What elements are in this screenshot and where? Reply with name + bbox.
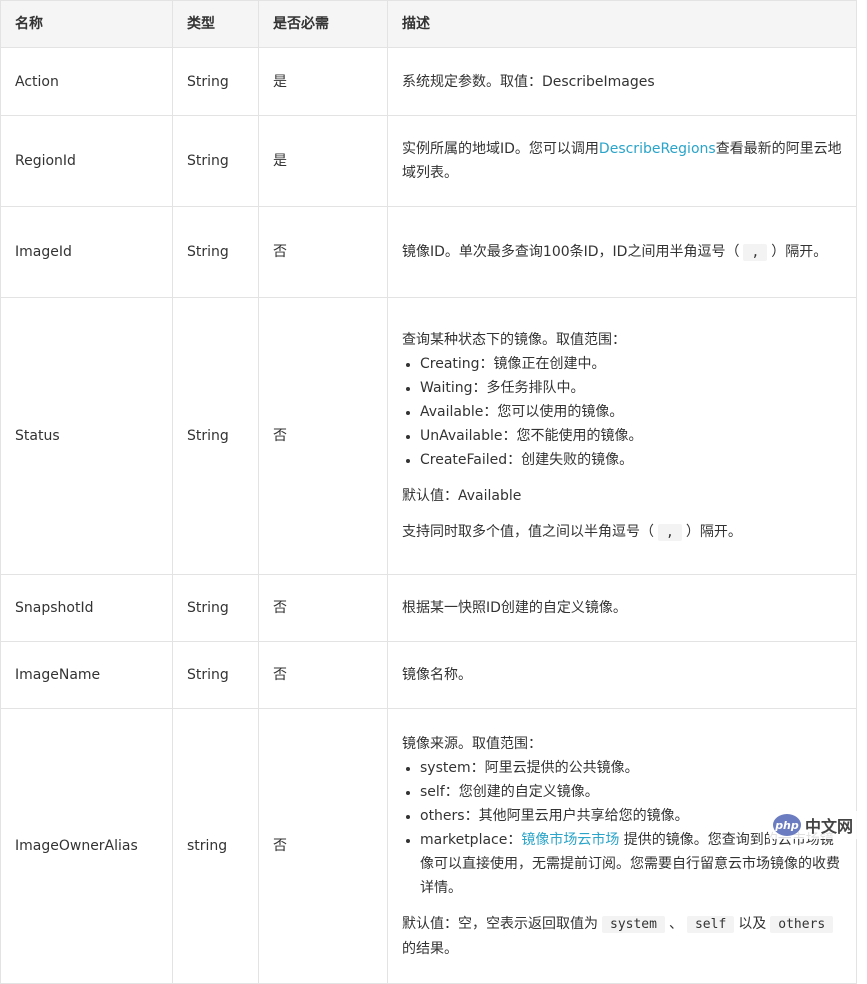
status-default: 默认值：Available [402, 487, 522, 504]
list-item: self：您创建的自定义镜像。 [420, 780, 842, 804]
status-intro: 查询某种状态下的镜像。取值范围： [402, 331, 626, 348]
list-item: CreateFailed：创建失败的镜像。 [420, 448, 842, 472]
param-name: RegionId [0, 115, 173, 207]
param-type: String [172, 297, 259, 575]
param-type: String [172, 641, 259, 709]
param-required: 是 [258, 47, 388, 116]
desc-text: 默认值：空，空表示返回取值为 [402, 915, 598, 932]
header-description: 描述 [387, 0, 857, 48]
param-name: ImageOwnerAlias [0, 708, 173, 984]
desc-text: 支持同时取多个值，值之间以半角逗号（ [402, 523, 654, 540]
param-type: String [172, 574, 259, 642]
marketplace-link[interactable]: 镜像市场云市场 [521, 832, 619, 848]
param-required: 否 [258, 708, 388, 984]
param-type: String [172, 47, 259, 116]
others-code: others [770, 915, 834, 933]
param-required: 否 [258, 574, 388, 642]
comma-code: , [658, 523, 682, 541]
header-type: 类型 [172, 0, 259, 48]
table-row: ImageId String 否 镜像ID。单次最多查询100条ID，ID之间用… [0, 206, 857, 298]
status-values-list: Creating：镜像正在创建中。 Waiting：多任务排队中。 Availa… [402, 352, 842, 472]
desc-text: ）隔开。 [771, 243, 828, 260]
desc-text: marketplace： [420, 831, 522, 848]
site-watermark: php 中文网 [768, 811, 857, 839]
desc-text: 以及 [738, 915, 767, 932]
param-description: 镜像来源。取值范围： system：阿里云提供的公共镜像。 self：您创建的自… [387, 708, 857, 984]
header-required: 是否必需 [258, 0, 388, 48]
api-params-table: 名称 类型 是否必需 描述 Action String 是 系统规定参数。取值：… [0, 0, 857, 984]
param-description: 查询某种状态下的镜像。取值范围： Creating：镜像正在创建中。 Waiti… [387, 297, 857, 575]
desc-text: 、 [668, 915, 683, 932]
table-header-row: 名称 类型 是否必需 描述 [0, 0, 857, 48]
param-name: SnapshotId [0, 574, 173, 642]
list-item: Waiting：多任务排队中。 [420, 376, 842, 400]
desc-text: 镜像ID。单次最多查询100条ID，ID之间用半角逗号（ [402, 243, 740, 260]
param-name: ImageId [0, 206, 173, 298]
status-multi: 支持同时取多个值，值之间以半角逗号（, ）隔开。 [402, 520, 842, 545]
watermark-text: 中文网 [804, 817, 853, 836]
table-row: Status String 否 查询某种状态下的镜像。取值范围： Creatin… [0, 297, 857, 575]
param-type: String [172, 206, 259, 298]
desc-text: 的结果。 [402, 940, 458, 957]
param-description: 系统规定参数。取值：DescribeImages [387, 47, 857, 116]
table-row: ImageName String 否 镜像名称。 [0, 641, 857, 709]
list-item: Available：您可以使用的镜像。 [420, 400, 842, 424]
table-row: RegionId String 是 实例所属的地域ID。您可以调用Describ… [0, 115, 857, 207]
param-required: 是 [258, 115, 388, 207]
param-description: 根据某一快照ID创建的自定义镜像。 [387, 574, 857, 642]
param-description: 实例所属的地域ID。您可以调用DescribeRegions查看最新的阿里云地域… [387, 115, 857, 207]
system-code: system [602, 915, 665, 933]
describe-regions-link[interactable]: DescribeRegions [599, 141, 716, 157]
table-row: ImageOwnerAlias string 否 镜像来源。取值范围： syst… [0, 708, 857, 984]
param-required: 否 [258, 206, 388, 298]
table-row: Action String 是 系统规定参数。取值：DescribeImages [0, 47, 857, 116]
param-type: string [172, 708, 259, 984]
desc-text: 实例所属的地域ID。您可以调用 [402, 141, 599, 157]
desc-text: ）隔开。 [685, 523, 742, 540]
header-name: 名称 [0, 0, 173, 48]
param-required: 否 [258, 297, 388, 575]
param-description: 镜像ID。单次最多查询100条ID，ID之间用半角逗号（, ）隔开。 [387, 206, 857, 298]
param-name: ImageName [0, 641, 173, 709]
comma-code: , [743, 243, 768, 261]
param-name: Status [0, 297, 173, 575]
table-row: SnapshotId String 否 根据某一快照ID创建的自定义镜像。 [0, 574, 857, 642]
param-type: String [172, 115, 259, 207]
list-item: UnAvailable：您不能使用的镜像。 [420, 424, 842, 448]
self-code: self [686, 915, 735, 933]
param-description: 镜像名称。 [387, 641, 857, 709]
list-item: system：阿里云提供的公共镜像。 [420, 756, 842, 780]
alias-intro: 镜像来源。取值范围： [402, 735, 542, 752]
param-required: 否 [258, 641, 388, 709]
php-logo-icon: php [772, 814, 801, 836]
alias-default: 默认值：空，空表示返回取值为 system、 self 以及 others 的结果。 [402, 912, 842, 961]
param-name: Action [0, 47, 173, 116]
list-item: Creating：镜像正在创建中。 [420, 352, 842, 376]
